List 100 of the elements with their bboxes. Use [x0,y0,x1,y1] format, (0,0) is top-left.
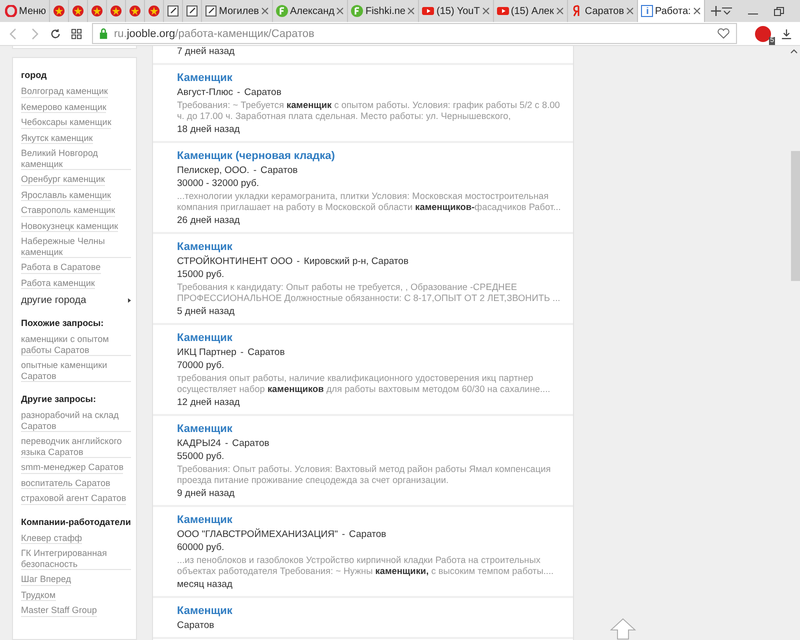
separator: - [224,438,228,449]
notepad-icon [167,5,180,17]
sidebar-link[interactable]: каменщики с опытом работы Саратов [21,334,131,356]
letter-f-icon [351,5,364,17]
job-location: Саратов [232,438,270,449]
close-icon[interactable] [482,7,490,15]
job-location: Кировский р-н, Саратов [304,256,409,267]
sidebar-link[interactable]: Ярославль каменщик [21,190,111,201]
job-snippet: Требования к кандидату: Опыт работы не требуется, , Образование -СРЕДНЕЕ ПРОФЕССИОНАЛЬНОЕ Должностные обязанности: С 8-17,ОПЫТ ОТ 2 ЛЕТ,ЗВОНИТЬ ... [177,282,562,304]
job-title-link[interactable]: Каменщик [177,241,563,254]
sidebar-link[interactable]: страховой агент Саратов [21,493,126,504]
job-title-link[interactable]: Каменщик [177,332,563,345]
download-icon[interactable] [781,28,792,40]
scroll-up-icon[interactable] [790,48,798,54]
section-heading: город [21,70,47,80]
job-location: Саратов [244,87,282,98]
separator: - [253,165,256,176]
job-snippet: ...технологии укладки керамогранита, плитки Условия: Московская мостостроительная компания приглашает на работу в Московской области каменщиков-фасадчиков Работ... [177,191,562,213]
close-icon[interactable] [626,7,634,15]
star-emblem-icon [53,5,66,17]
restore-icon[interactable] [772,6,785,16]
notepad-icon [205,5,218,17]
sidebar-link[interactable]: Работа каменщик [21,278,95,289]
job-title-link[interactable]: Каменщик [177,72,563,85]
job-snippet: требования опыт работы, наличие квалификационного удостоверения икц партнер осуществляет набор каменщиков для работы вахтовым методом 60/30 на сахалине.... [177,373,552,395]
close-icon[interactable] [260,7,269,15]
more-cities-link[interactable]: другие города [21,295,131,306]
sidebar-link[interactable]: smm-менеджер Саратов [21,462,124,474]
job-location: Саратов [177,620,214,631]
sidebar-link[interactable]: Работа в Саратове [21,262,101,274]
salary: 30000 - 32000 руб. [177,178,260,189]
section-heading: Похожие запросы: [21,318,104,328]
sidebar-link[interactable]: Волгоград каменщик [21,86,108,98]
sidebar-link[interactable]: Новокузнецк каменщик [21,220,118,232]
star-emblem-icon [110,5,122,17]
grid-icon[interactable] [71,28,82,40]
close-icon[interactable] [336,7,344,15]
browser-tab[interactable]: Работа: [638,0,705,22]
job-snippet: Требования: Опыт работы. Условия: Вахтовый метод район работы Ямал компенсация проезда питание проживание спецодежда за счет организации. [177,464,552,486]
sidebar-link[interactable]: Великий Новгород каменщик [21,148,131,170]
job-snippet: Требования: ~ Требуется каменщик с опытом работы. Условия: график работы 5/2 с 8.00 ч. до 17.00 ч. Заработная плата сдельная. Место работы: ул. Чернышевского, [177,100,561,122]
opera-logo-icon [5,5,17,17]
sidebar-link[interactable]: Master Staff Group [21,605,97,616]
company-name: КАДРЫ24 [177,438,221,449]
posted-date: 5 дней назад [177,306,236,317]
close-icon[interactable] [556,7,564,15]
job-title-link[interactable]: Каменщик [177,423,563,436]
salary: 60000 руб. [177,542,226,553]
notepad-icon [186,5,198,17]
section-heading: Другие запросы: [21,394,96,404]
scroll-to-top-icon[interactable] [609,618,637,640]
tab-menu-icon[interactable] [720,6,733,16]
reload-icon[interactable] [50,28,61,40]
close-icon[interactable] [407,7,416,15]
sidebar-link[interactable]: Кемерово каменщик [21,102,106,113]
sidebar-link[interactable]: Набережные Челны каменщик [21,236,131,258]
job-title-link[interactable]: Каменщик [177,605,563,618]
company-name: Пелискер, ООО. [177,165,250,176]
sidebar-link[interactable]: опытные каменщики Саратов [21,360,131,382]
sidebar-link[interactable]: Якутск каменщик [21,132,93,144]
heart-icon[interactable] [717,28,730,39]
sidebar-link[interactable]: переводчик английского языка Саратов [21,436,131,458]
separator: - [240,347,244,358]
sidebar-link[interactable]: Шаг Вперед [21,574,71,586]
browser-tab[interactable]: Меню [2,0,50,22]
job-title-link[interactable]: Каменщик [177,514,563,527]
star-emblem-icon [91,5,104,17]
sidebar-link[interactable]: разнорабочий на склад Саратов [21,410,131,432]
play-icon [496,5,509,17]
letter-f-icon [276,5,288,17]
arrow-icon [128,298,131,303]
scroll-thumb[interactable] [791,151,800,281]
close-icon[interactable] [692,7,701,15]
company-name: СТРОЙКОНТИНЕНТ ООО [177,256,293,267]
browser-tab[interactable]: Fishki.ne [348,0,420,22]
sidebar-link[interactable]: Трудком [21,590,56,601]
posted-date: 26 дней назад [177,215,241,226]
salary: 15000 руб. [177,269,226,280]
sidebar-link[interactable]: ГК Интегрированная безопасность [21,548,131,570]
job-title-link[interactable]: Каменщик (черновая кладка) [177,150,563,163]
salary: 70000 руб. [177,360,226,371]
new-tab-icon[interactable] [710,6,721,16]
sidebar-link[interactable]: Чебоксары каменщик [21,117,112,128]
lock-icon [99,28,108,39]
job-snippet: ...из пеноблоков и газоблоков Устройство кирпичной кладки Работа на строительных объектах работодателя Требования: ~ Нужны каменщики, с высоким темпом работы.... [177,555,555,577]
sidebar-link[interactable]: Оренбург каменщик [21,174,105,186]
sidebar-link[interactable]: воспитатель Саратов [21,478,110,489]
browser-tab[interactable]: (15) YouT [419,0,494,22]
posted-date: 9 дней назад [177,488,236,499]
sidebar-link[interactable]: Клевер стафф [21,532,82,544]
salary: 55000 руб. [177,451,226,462]
company-name: ООО "ГЛАВСТРОЙМЕХАНИЗАЦИЯ" [177,529,338,540]
job-location: Саратов [260,165,298,176]
star-emblem-icon [129,5,142,17]
posted-date: месяц назад [177,579,234,590]
posted-date: 7 дней назад [177,46,236,57]
play-icon [422,5,434,17]
sidebar-link[interactable]: Ставрополь каменщик [21,205,116,216]
section-heading: Компании-работодатели [21,516,131,526]
address-field[interactable]: ru.jooble.org/работа-каменщик/Саратов [92,23,737,44]
